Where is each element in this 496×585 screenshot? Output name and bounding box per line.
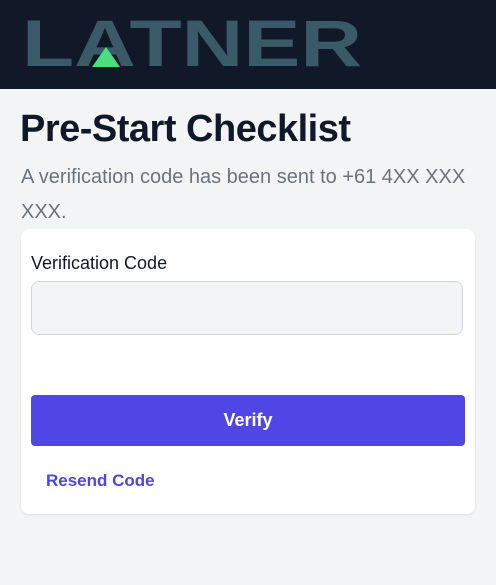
verify-button[interactable]: Verify <box>31 395 465 446</box>
verification-code-label: Verification Code <box>31 253 168 273</box>
latner-logo: LATNER <box>22 17 362 67</box>
verification-card: Verification Code Verify Resend Code <box>21 229 475 514</box>
logo-wordmark: LATNER <box>22 17 362 67</box>
page-title: Pre-Start Checklist <box>20 108 351 150</box>
verification-code-input[interactable] <box>31 281 463 335</box>
app-header: LATNER <box>0 0 496 89</box>
verification-message: A verification code has been sent to +61… <box>21 166 466 223</box>
resend-code-link[interactable]: Resend Code <box>46 471 155 491</box>
